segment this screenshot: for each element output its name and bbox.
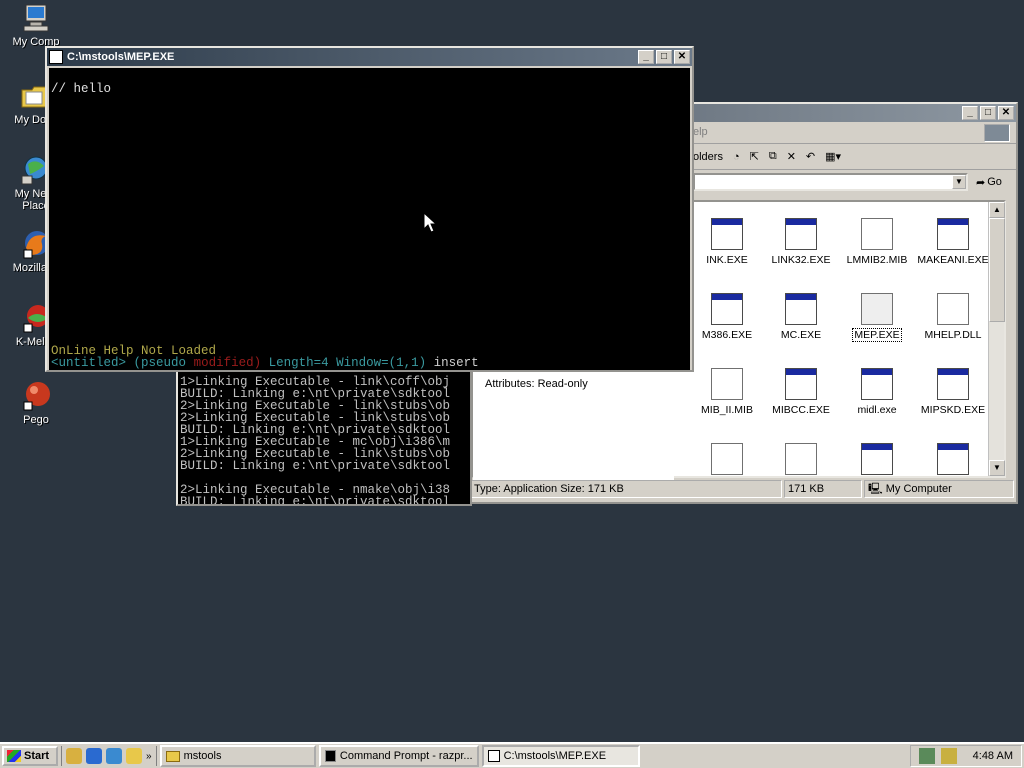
exe-icon [711,293,743,325]
folder-small-icon [165,750,180,762]
mep-titlebar[interactable]: C:\mstools\MEP.EXE _ □ ✕ [47,48,692,66]
editor-line[interactable]: // hello [51,82,111,96]
editor-status-line: <untitled> (pseudo modified) Length=4 Wi… [51,356,479,370]
scroll-down-icon[interactable]: ▼ [989,460,1005,476]
explorer-status-bar: Type: Application Size: 171 KB 171 KB 🖳 … [470,480,1014,500]
file-item[interactable] [840,443,914,479]
status-size: 171 KB [784,480,862,498]
desktop-icon-label: Pego [23,414,49,426]
editor-icon [861,293,893,325]
file-item[interactable] [764,443,838,479]
pego-icon [20,380,52,412]
address-dropdown-icon[interactable]: ▼ [952,175,966,189]
network-tray-icon[interactable] [919,748,935,764]
file-item[interactable]: LMMIB2.MIB [840,218,914,266]
file-item[interactable] [916,443,990,479]
file-item[interactable]: MAKEANI.EXE [916,218,990,266]
exe-icon [861,368,893,400]
vertical-scrollbar[interactable]: ▲ ▼ [988,202,1005,476]
show-desktop-icon[interactable] [66,748,82,764]
explorer-icon[interactable] [126,748,142,764]
document-icon [711,368,743,400]
attributes-text: Attributes: Read-only [485,378,588,390]
exe-icon [937,368,969,400]
desktop-icon-pego[interactable]: Pego [0,380,72,426]
dll-gear-icon [937,293,969,325]
minimize-button[interactable]: _ [638,50,654,64]
taskbar-button-mstools[interactable]: mstools [159,745,316,767]
move-to-icon[interactable]: ⇱ [750,150,759,163]
file-item[interactable] [690,443,764,479]
windows-flag-icon [7,750,21,762]
quick-launch-more-icon[interactable]: » [146,751,152,762]
close-button[interactable]: ✕ [674,50,690,64]
views-icon[interactable]: ▦▾ [825,150,841,163]
go-button[interactable]: ➦ Go [972,173,1016,191]
folders-button[interactable]: olders [693,151,723,163]
system-tray: 4:48 AM [910,745,1022,767]
document-icon [785,443,817,475]
file-item[interactable]: MIPSKD.EXE [916,368,990,416]
address-input[interactable]: ▼ [693,173,968,191]
scroll-thumb[interactable] [989,218,1005,322]
file-item[interactable]: MIBCC.EXE [764,368,838,416]
volume-tray-icon[interactable] [941,748,957,764]
file-item[interactable]: MC.EXE [764,293,838,341]
close-button[interactable]: ✕ [998,106,1014,120]
file-item-selected[interactable]: MEP.EXE [840,293,914,342]
document-icon [711,443,743,475]
exe-icon [785,368,817,400]
mep-app-icon [49,50,63,64]
file-item[interactable]: midl.exe [840,368,914,416]
outlook-express-icon[interactable] [106,748,122,764]
file-item[interactable]: LINK32.EXE [764,218,838,266]
maximize-button[interactable]: □ [980,106,996,120]
console-output: 1>Linking Executable - link\coff\obj BUI… [180,375,451,506]
mouse-cursor-icon [423,212,437,233]
go-arrow-icon: ➦ [976,176,986,189]
status-location: 🖳 My Computer [864,480,1014,498]
taskbar-button-mep[interactable]: C:\mstools\MEP.EXE [481,745,640,767]
computer-small-icon: 🖳 [868,483,883,495]
desktop-icon-my-computer[interactable]: My Comp [0,2,72,48]
status-type-size: Type: Application Size: 171 KB [470,480,782,498]
command-prompt-window[interactable]: 1>Linking Executable - link\coff\obj BUI… [176,370,472,506]
file-item[interactable]: M386.EXE [690,293,764,341]
mep-small-icon [487,750,500,762]
file-item[interactable]: MIB_II.MIB [690,368,764,416]
details-pane: Attributes: Read-only [473,372,674,480]
delete-icon[interactable]: ✕ [787,150,796,163]
undo-icon[interactable]: ↶ [806,150,815,163]
console-small-icon [324,750,336,762]
copy-to-icon[interactable]: ⧉ [769,150,777,163]
go-label: Go [987,176,1002,188]
quick-launch: » [61,746,157,766]
exe-icon [937,218,969,250]
history-icon[interactable]: ◔ [733,151,740,163]
menu-help[interactable]: elp [693,126,708,138]
computer-icon [20,2,52,34]
exe-icon [937,443,969,475]
maximize-button[interactable]: □ [656,50,672,64]
windows-logo-icon [984,124,1010,142]
minimize-button[interactable]: _ [962,106,978,120]
file-item[interactable]: MHELP.DLL [916,293,990,341]
taskbar: Start » mstools Command Prompt - razpr..… [0,742,1024,768]
mep-editor-window[interactable]: C:\mstools\MEP.EXE _ □ ✕ // hello OnLine… [45,46,694,372]
document-icon [861,218,893,250]
scroll-up-icon[interactable]: ▲ [989,202,1005,218]
internet-explorer-icon[interactable] [86,748,102,764]
editor-area[interactable]: // hello OnLine Help Not Loaded <untitle… [49,68,690,370]
exe-icon [711,218,743,250]
exe-icon [785,218,817,250]
exe-icon [861,443,893,475]
window-title: C:\mstools\MEP.EXE [67,51,175,63]
clock[interactable]: 4:48 AM [973,750,1013,762]
exe-icon [785,293,817,325]
start-button[interactable]: Start [2,746,58,766]
file-item[interactable]: INK.EXE [690,218,764,266]
taskbar-button-command-prompt[interactable]: Command Prompt - razpr... [318,745,479,767]
